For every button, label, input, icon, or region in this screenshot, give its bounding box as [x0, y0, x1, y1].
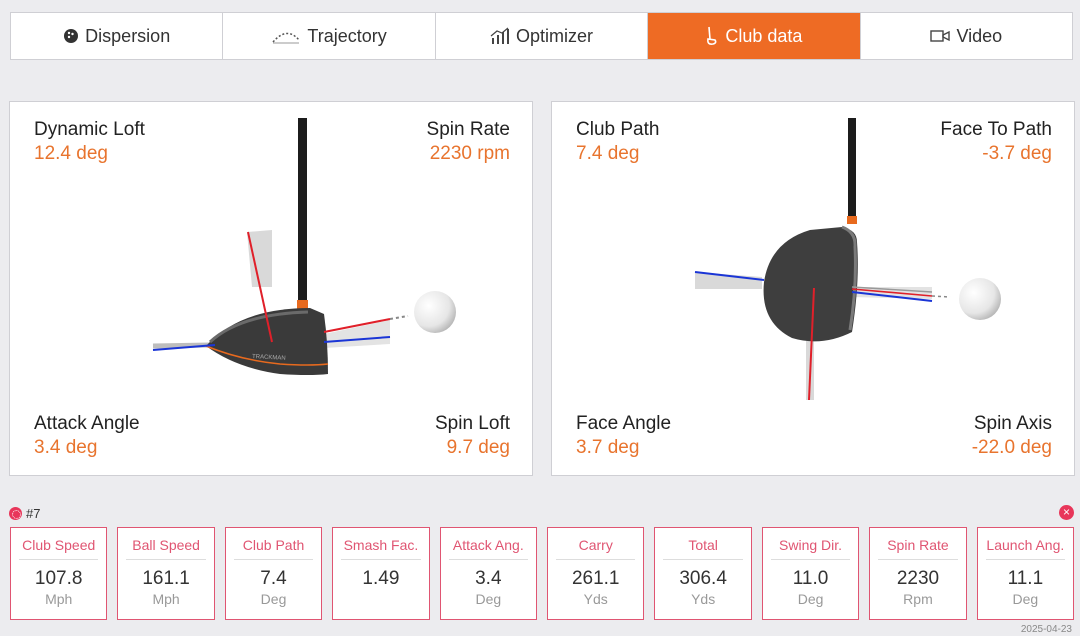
golf-ball — [959, 278, 1001, 320]
metric-value: 2230 — [896, 568, 940, 589]
metric-name: Spin Rate — [878, 537, 958, 560]
spin-rate: Spin Rate 2230 rpm — [426, 119, 510, 164]
metric-name: Carry — [556, 537, 636, 560]
metric-name: Ball Speed — [126, 537, 206, 560]
tab-club-data[interactable]: Club data — [648, 13, 861, 59]
dynamic-loft: Dynamic Loft 12.4 deg — [34, 119, 145, 164]
metric-card[interactable]: Total 306.4 Yds — [654, 527, 752, 620]
face-to-path: Face To Path -3.7 deg — [940, 119, 1052, 164]
club-top-view-panel: Club Path 7.4 deg Face To Path -3.7 deg … — [551, 101, 1075, 476]
metric-unit: Deg — [797, 591, 824, 607]
metric-value: 11.1 — [1007, 568, 1044, 589]
club-side-view-panel: TRACKMAN Dynamic Loft 12.4 deg Spin Rate… — [9, 101, 533, 476]
metric-unit: Deg — [260, 591, 287, 607]
metric-value: 3.4 — [475, 568, 502, 589]
tab-label: Optimizer — [516, 25, 594, 46]
metric-name: Swing Dir. — [770, 537, 851, 560]
metric-unit: Mph — [152, 591, 180, 607]
metric-value: 306.4 — [679, 568, 727, 589]
metric-value: 7.4 — [260, 568, 287, 589]
tab-label: Dispersion — [85, 25, 171, 46]
metric-unit: Rpm — [903, 591, 933, 607]
tab-dispersion[interactable]: Dispersion — [11, 13, 224, 59]
metric-card[interactable]: Club Path 7.4 Deg — [224, 527, 323, 620]
shot-metrics: Club Speed 107.8 Mph Ball Speed 161.1 Mph Club… — [10, 527, 1075, 620]
metric-unit: Yds — [691, 591, 716, 607]
attack-angle: Attack Angle 3.4 deg — [34, 413, 140, 458]
metric-name: Smash Fac. — [341, 537, 421, 560]
trajectory-icon — [272, 32, 300, 44]
face-angle: Face Angle 3.7 deg — [576, 413, 672, 458]
tab-video[interactable]: Video — [861, 13, 1072, 59]
metric-unit: Yds — [583, 591, 608, 607]
video-camera-icon — [930, 30, 951, 42]
metric-card[interactable]: Club Speed 107.8 Mph — [10, 527, 108, 620]
metric-card[interactable]: Smash Fac. 1.49 — [332, 527, 430, 620]
tab-label: Video — [956, 25, 1003, 46]
metric-value: 11.0 — [792, 568, 829, 589]
golf-ball-icon — [9, 507, 22, 520]
spin-loft: Spin Loft 9.7 deg — [435, 413, 510, 458]
club-path: Club Path 7.4 deg — [576, 119, 660, 164]
golf-ball — [414, 291, 456, 333]
optimizer-icon — [490, 27, 509, 44]
view-tabs: Dispersion Trajectory Optimizer Club dat… — [10, 12, 1073, 60]
spin-axis: Spin Axis -22.0 deg — [971, 413, 1052, 458]
metric-unit: Deg — [475, 591, 502, 607]
metric-name: Launch Ang. — [985, 537, 1066, 560]
shot-date: 2025-04-23 — [1020, 624, 1072, 635]
metric-value: 261.1 — [571, 568, 620, 589]
metric-unit: Deg — [1012, 591, 1039, 607]
metric-value: 107.8 — [34, 568, 83, 589]
metric-card[interactable]: Spin Rate 2230 Rpm — [869, 527, 967, 620]
ball-flight-icon — [64, 29, 79, 43]
metric-value: 1.49 — [362, 568, 400, 589]
metric-unit: Mph — [45, 591, 73, 607]
metric-name: Club Speed — [19, 537, 99, 560]
metric-name: Attack Ang. — [448, 537, 529, 560]
metric-card[interactable]: Launch Ang. 11.1 Deg — [976, 527, 1075, 620]
metric-name: Club Path — [233, 537, 314, 560]
metric-value: 161.1 — [142, 568, 190, 589]
tab-label: Club data — [725, 25, 803, 46]
metric-card[interactable]: Attack Ang. 3.4 Deg — [439, 527, 538, 620]
tab-optimizer[interactable]: Optimizer — [436, 13, 649, 59]
metric-card[interactable]: Ball Speed 161.1 Mph — [117, 527, 215, 620]
shot-number: #7 — [9, 506, 40, 521]
tab-label: Trajectory — [307, 25, 387, 46]
metric-card[interactable]: Swing Dir. 11.0 Deg — [761, 527, 860, 620]
club-icon — [707, 26, 717, 45]
metric-card[interactable]: Carry 261.1 Yds — [547, 527, 645, 620]
metric-name: Total — [663, 537, 743, 560]
tab-trajectory[interactable]: Trajectory — [223, 13, 436, 59]
close-shot-button[interactable]: × — [1059, 505, 1074, 520]
